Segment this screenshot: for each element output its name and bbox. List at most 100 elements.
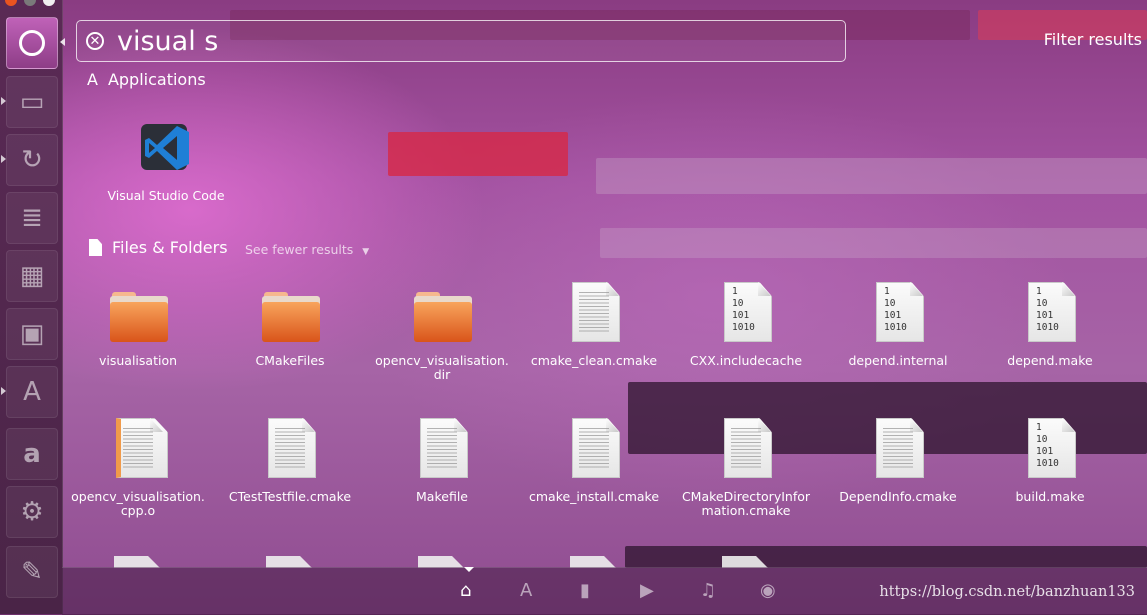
binary-glyph-line: 1 [1036, 422, 1042, 433]
background-dark-code-2 [625, 546, 1147, 568]
search-input[interactable] [117, 25, 717, 57]
app-result-label: Visual Studio Code [107, 188, 225, 203]
file-result-item[interactable]: 1 10 101 1010 build.make [974, 414, 1126, 504]
ubuntu-logo-icon [19, 30, 45, 56]
file-result-item[interactable]: 1 10 101 1010 depend.internal [822, 278, 974, 368]
binary-file-icon: 1 10 101 1010 [716, 278, 776, 344]
file-result-label: DependInfo.cmake [839, 489, 957, 504]
launcher-running-arrow [1, 387, 6, 395]
file-result-item[interactable]: visualisation [62, 278, 214, 368]
file-result-item[interactable]: cmake_clean.cmake [518, 278, 670, 368]
launcher-update-icon[interactable]: ↻ [6, 134, 58, 186]
binary-glyph-line: 10 [884, 298, 896, 309]
binary-glyph-line: 1010 [732, 322, 755, 333]
binary-glyph-line: 1010 [1036, 322, 1059, 333]
chevron-down-icon: ▼ [362, 247, 370, 257]
binary-glyph-line: 101 [884, 310, 902, 321]
binary-glyph-line: 101 [1036, 310, 1054, 321]
active-lens-indicator [464, 567, 474, 572]
files-category-icon [89, 239, 102, 256]
text-file-icon [260, 414, 320, 480]
ubuntu-dash-button[interactable] [6, 17, 58, 69]
binary-glyph-line: 1 [1036, 286, 1042, 297]
launcher-running-arrow [1, 97, 6, 105]
file-result-item[interactable]: cmake_install.cmake [518, 414, 670, 504]
text-file-icon [716, 414, 776, 480]
file-result-label: opencv_visualisation.cpp.o [71, 489, 205, 518]
file-result-item[interactable]: CMakeFiles [214, 278, 366, 368]
see-fewer-results-link[interactable]: See fewer results ▼ [245, 242, 369, 257]
launcher-files-icon[interactable]: ▭ [6, 76, 58, 128]
launcher-software-center-icon[interactable]: A [6, 366, 58, 418]
folder-icon [260, 278, 320, 344]
file-result-item[interactable]: opencv_visualisation.cpp.o [62, 414, 214, 518]
binary-file-icon: 1 10 101 1010 [1020, 278, 1080, 344]
file-result-label: depend.internal [848, 353, 948, 368]
launcher-amazon-icon[interactable]: a [6, 428, 58, 480]
clear-search-icon[interactable]: ✕ [86, 32, 104, 50]
text-file-icon [564, 278, 624, 344]
file-result-label: Makefile [416, 489, 468, 504]
files-section-label: Files & Folders [112, 238, 228, 257]
file-result-label: opencv_visualisation.dir [375, 353, 509, 382]
file-result-label: CMakeFiles [255, 353, 325, 368]
launcher-text-editor-icon[interactable]: ✎ [6, 546, 58, 598]
window-minimize-dot[interactable] [24, 0, 36, 6]
binary-glyph-line: 1 [884, 286, 890, 297]
file-result-label: cmake_clean.cmake [530, 353, 658, 368]
video-lens-icon[interactable]: ▶ [640, 580, 654, 601]
home-lens-icon[interactable]: ⌂ [460, 580, 471, 601]
vscode-icon [137, 118, 195, 176]
watermark-text: https://blog.csdn.net/banzhuan133 [879, 584, 1135, 600]
file-result-item[interactable]: DependInfo.cmake [822, 414, 974, 504]
folder-icon [108, 278, 168, 344]
binary-glyph-line: 10 [1036, 434, 1048, 445]
window-close-dot[interactable] [5, 0, 17, 6]
binary-glyph-line: 101 [1036, 446, 1054, 457]
file-result-item[interactable]: Makefile [366, 414, 518, 504]
background-toolbar [600, 228, 1147, 258]
window-maximize-dot[interactable] [43, 0, 55, 6]
binary-glyph-line: 10 [1036, 298, 1048, 309]
files-lens-icon[interactable]: ▮ [580, 580, 590, 601]
launcher: ▭ ↻ ≣ ▦ ▣ A a ⚙ ✎ [0, 0, 65, 614]
background-panel [596, 158, 1147, 194]
text-file-icon [564, 414, 624, 480]
binary-glyph-line: 1010 [884, 322, 907, 333]
launcher-active-arrow [60, 38, 65, 46]
text-file-icon [412, 414, 472, 480]
folder-icon [412, 278, 472, 344]
file-result-label: build.make [1015, 489, 1085, 504]
file-result-label: CMakeDirectoryInformation.cmake [681, 489, 811, 518]
launcher-settings-icon[interactable]: ⚙ [6, 486, 58, 538]
binary-glyph-line: 101 [732, 310, 750, 321]
search-box[interactable]: ✕ [76, 20, 846, 62]
binary-file-icon: 1 10 101 1010 [1020, 414, 1080, 480]
launcher-calc-icon[interactable]: ▦ [6, 250, 58, 302]
file-result-item[interactable]: opencv_visualisation.dir [366, 278, 518, 382]
applications-lens-icon[interactable]: A [520, 580, 532, 601]
applications-section-title: A Applications [87, 70, 206, 89]
file-result-label: CXX.includecache [689, 353, 803, 368]
app-result-vscode[interactable]: Visual Studio Code [96, 114, 236, 203]
files-section-title: Files & Folders [89, 238, 228, 257]
binary-file-icon: 1 10 101 1010 [868, 278, 928, 344]
file-result-label: cmake_install.cmake [528, 489, 660, 504]
launcher-impress-icon[interactable]: ▣ [6, 308, 58, 360]
file-result-label: depend.make [1007, 353, 1093, 368]
file-result-item[interactable]: 1 10 101 1010 CXX.includecache [670, 278, 822, 368]
binary-glyph-line: 1 [732, 286, 738, 297]
filter-results-button[interactable]: Filter results [1044, 30, 1142, 49]
file-result-label: CTestTestfile.cmake [228, 489, 352, 504]
photo-lens-icon[interactable]: ◉ [760, 580, 776, 601]
file-result-item[interactable]: 1 10 101 1010 depend.make [974, 278, 1126, 368]
music-lens-icon[interactable]: ♫ [700, 580, 716, 601]
file-result-item[interactable]: CTestTestfile.cmake [214, 414, 366, 504]
launcher-writer-icon[interactable]: ≣ [6, 192, 58, 244]
file-result-label: visualisation [98, 353, 178, 368]
binary-glyph-line: 10 [732, 298, 744, 309]
background-red-button [388, 132, 568, 176]
see-fewer-results-label: See fewer results [245, 242, 354, 257]
applications-category-icon: A [87, 70, 98, 89]
file-result-item[interactable]: CMakeDirectoryInformation.cmake [670, 414, 822, 518]
